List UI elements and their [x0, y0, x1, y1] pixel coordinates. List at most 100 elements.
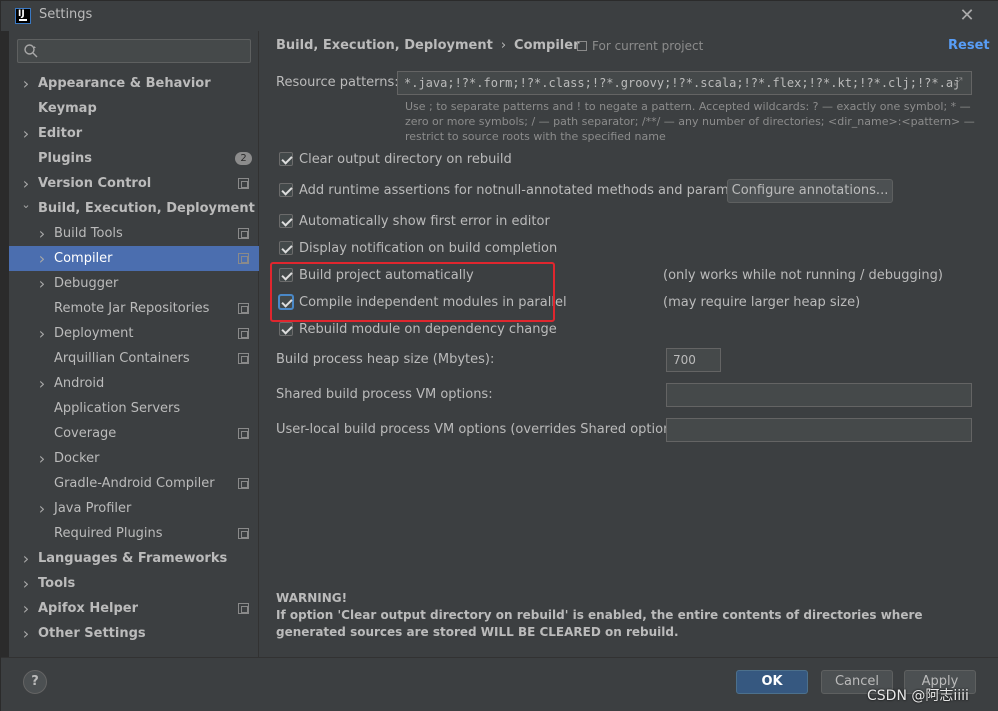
sidebar-item-application-servers[interactable]: Application Servers [9, 396, 259, 421]
reset-link[interactable]: Reset [948, 38, 990, 53]
sidebar-item-version-control[interactable]: › Version Control [9, 171, 259, 196]
search-input[interactable] [44, 42, 244, 60]
chevron-right-icon[interactable]: › [36, 271, 48, 296]
chevron-right-icon[interactable]: › [20, 171, 32, 196]
sidebar-item-docker[interactable]: › Docker [9, 446, 259, 471]
chevron-right-icon[interactable]: › [20, 71, 32, 96]
resource-patterns-input[interactable]: *.java;!?*.form;!?*.class;!?*.groovy;!?*… [397, 71, 972, 95]
scope-hint-label: For current project [592, 39, 704, 53]
chevron-right-icon[interactable]: › [36, 221, 48, 246]
checkbox[interactable] [279, 183, 293, 197]
close-icon[interactable]: ✕ [956, 5, 978, 27]
sidebar-item-label: Required Plugins [54, 526, 163, 541]
user-local-vm-options-input[interactable] [666, 418, 972, 442]
chevron-right-icon[interactable]: › [20, 121, 32, 146]
project-scope-icon [238, 353, 249, 364]
checkbox[interactable] [279, 152, 293, 166]
chevron-right-icon[interactable]: › [20, 596, 32, 621]
option-label: Clear output directory on rebuild [299, 152, 512, 167]
option-label: Build project automatically [299, 268, 474, 283]
warning-title: WARNING! [276, 591, 348, 605]
update-count-badge: 2 [235, 152, 252, 165]
checkbox[interactable] [279, 322, 293, 336]
sidebar-item-keymap[interactable]: Keymap [9, 96, 259, 121]
sidebar-item-appearance-behavior[interactable]: › Appearance & Behavior [9, 71, 259, 96]
project-scope-icon [238, 603, 249, 614]
sidebar-item-label: Apifox Helper [38, 601, 139, 616]
checkbox[interactable] [279, 241, 293, 255]
sidebar-item-label: Build Tools [54, 226, 123, 241]
checkbox[interactable] [279, 268, 293, 282]
sidebar-item-required-plugins[interactable]: Required Plugins [9, 521, 259, 546]
title-bar: IJ Settings ✕ [1, 1, 998, 31]
project-scope-icon [238, 328, 249, 339]
chevron-right-icon[interactable]: › [20, 621, 32, 646]
settings-tree: › Appearance & Behavior Keymap › Editor Plugi… [9, 71, 259, 646]
expand-field-icon[interactable]: ⤢ [951, 75, 965, 89]
sidebar-item-label: Tools [38, 576, 76, 591]
intellij-icon: IJ [15, 8, 31, 24]
window-title: Settings [39, 7, 93, 22]
warning-text: If option 'Clear output directory on reb… [276, 608, 923, 639]
sidebar-item-coverage[interactable]: Coverage [9, 421, 259, 446]
breadcrumb: Build, Execution, Deployment › Compiler [276, 38, 580, 53]
breadcrumb-parent[interactable]: Build, Execution, Deployment [276, 38, 493, 53]
sidebar-item-label: Version Control [38, 176, 152, 191]
chevron-down-icon[interactable]: ⌄ [20, 196, 32, 221]
option-note: (may require larger heap size) [663, 295, 861, 310]
configure-annotations-button[interactable]: Configure annotations... [727, 179, 893, 203]
sidebar-item-label: Appearance & Behavior [38, 76, 211, 91]
sidebar-item-editor[interactable]: › Editor [9, 121, 259, 146]
option-label: Rebuild module on dependency change [299, 322, 557, 337]
sidebar-item-label: Application Servers [54, 401, 181, 416]
sidebar-item-tools[interactable]: › Tools [9, 571, 259, 596]
sidebar-item-label: Coverage [54, 426, 117, 441]
sidebar-item-build-execution-deployment[interactable]: ⌄ Build, Execution, Deployment [9, 196, 259, 221]
sidebar-item-label: Deployment [54, 326, 134, 341]
option-label: Display notification on build completion [299, 241, 558, 256]
sidebar-item-apifox-helper[interactable]: › Apifox Helper [9, 596, 259, 621]
option-label: Automatically show first error in editor [299, 214, 550, 229]
sidebar-item-other-settings[interactable]: › Other Settings [9, 621, 259, 646]
sidebar-item-label: Other Settings [38, 626, 146, 641]
sidebar-item-plugins[interactable]: Plugins 2 [9, 146, 259, 171]
compiler-settings-panel: Build, Execution, Deployment › Compiler Fo… [259, 31, 998, 657]
breadcrumb-separator: › [500, 38, 507, 53]
sidebar-item-label: Compiler [54, 251, 113, 266]
help-button[interactable]: ? [23, 670, 47, 694]
project-scope-icon [238, 253, 249, 264]
ok-button[interactable]: OK [736, 670, 808, 694]
checkbox[interactable] [279, 214, 293, 228]
chevron-right-icon[interactable]: › [36, 371, 48, 396]
search-box[interactable] [17, 39, 251, 63]
sidebar-item-build-tools[interactable]: › Build Tools [9, 221, 259, 246]
sidebar-item-java-profiler[interactable]: › Java Profiler [9, 496, 259, 521]
sidebar-item-label: Docker [54, 451, 100, 466]
project-scope-icon [238, 228, 249, 239]
watermark: CSDN @阿志iiii [867, 688, 969, 704]
sidebar-item-label: Languages & Frameworks [38, 551, 228, 566]
sidebar-item-android[interactable]: › Android [9, 371, 259, 396]
sidebar-item-debugger[interactable]: › Debugger [9, 271, 259, 296]
sidebar-item-gradle-android-compiler[interactable]: Gradle-Android Compiler [9, 471, 259, 496]
heap-size-input[interactable]: 700 [666, 348, 721, 372]
chevron-right-icon[interactable]: › [36, 321, 48, 346]
chevron-right-icon[interactable]: › [20, 546, 32, 571]
shared-vm-options-input[interactable] [666, 383, 972, 407]
project-scope-icon [238, 528, 249, 539]
sidebar-item-label: Java Profiler [54, 501, 132, 516]
chevron-right-icon[interactable]: › [36, 496, 48, 521]
scope-hint: For current project [577, 39, 703, 53]
sidebar-item-remote-jar-repositories[interactable]: Remote Jar Repositories [9, 296, 259, 321]
sidebar-item-compiler[interactable]: › Compiler [9, 246, 259, 271]
sidebar-item-deployment[interactable]: › Deployment [9, 321, 259, 346]
sidebar-item-languages-frameworks[interactable]: › Languages & Frameworks [9, 546, 259, 571]
checkbox[interactable] [279, 295, 293, 309]
warning-message: WARNING! If option 'Clear output directo… [276, 590, 976, 641]
sidebar-item-arquillian-containers[interactable]: Arquillian Containers [9, 346, 259, 371]
chevron-right-icon[interactable]: › [36, 446, 48, 471]
shared-vm-options-label: Shared build process VM options: [276, 387, 493, 402]
settings-dialog: IJ Settings ✕ › Appearance & Behavior Keym… [0, 0, 998, 711]
chevron-right-icon[interactable]: › [36, 246, 48, 271]
chevron-right-icon[interactable]: › [20, 571, 32, 596]
